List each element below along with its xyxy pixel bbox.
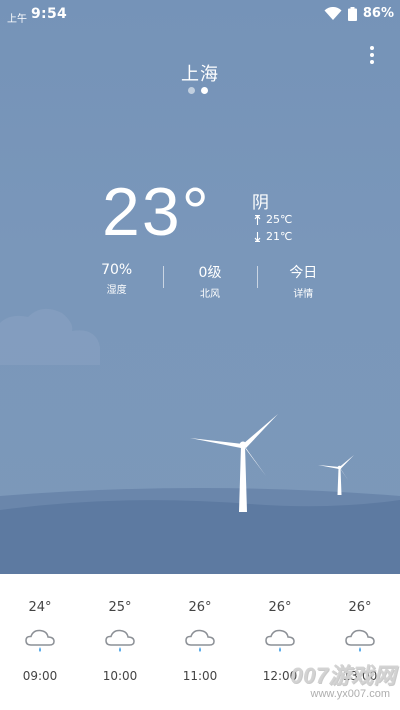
wind-turbine-large: [190, 414, 278, 512]
status-time: 9:54: [31, 6, 68, 22]
more-options-icon: [370, 46, 374, 50]
hourly-time: 09:00: [22, 669, 58, 683]
site-watermark: 007游戏网 www.yx007.com: [278, 650, 396, 708]
humidity-stat: 70% 湿度: [70, 262, 163, 296]
hourly-time: 10:00: [102, 669, 138, 683]
status-icons: 86%: [324, 6, 394, 21]
humidity-label: 湿度: [106, 285, 127, 296]
battery-icon: [347, 6, 357, 21]
today-details-button[interactable]: 今日 详情: [256, 262, 350, 300]
wind-stat: 0级 北风: [163, 262, 256, 300]
hourly-temperature: 24°: [28, 600, 52, 615]
arrow-down-icon: [254, 231, 261, 242]
cloud-decoration: [0, 308, 100, 365]
status-bar: 上午 9:54 86%: [0, 0, 400, 30]
details-label: 详情: [293, 289, 314, 300]
hourly-time: 11:00: [182, 669, 218, 683]
wind-turbine-small: [318, 455, 354, 495]
hourly-temperature: 26°: [348, 600, 372, 615]
watermark-brand: 007游戏网: [290, 663, 396, 688]
battery-percentage: 86%: [362, 6, 394, 21]
high-temperature-value: 25℃: [266, 213, 293, 226]
low-temperature-value: 21℃: [266, 230, 293, 243]
wifi-icon: [324, 6, 342, 20]
hourly-temperature: 26°: [268, 600, 292, 615]
light-rain-icon: [185, 629, 215, 652]
page-dot-active: [201, 87, 208, 94]
city-name[interactable]: 上海: [0, 60, 400, 86]
arrow-up-icon: [254, 214, 261, 225]
hourly-temperature: 25°: [108, 600, 132, 615]
wind-label: 北风: [199, 289, 220, 300]
hourly-item[interactable]: 24° 09:00: [10, 574, 70, 710]
weather-stats: 70% 湿度 0级 北风 今日 详情: [70, 262, 350, 300]
watermark-url: www.yx007.com: [310, 688, 390, 700]
low-temperature: 21℃: [254, 230, 292, 243]
wind-value: 0级: [198, 265, 222, 281]
light-rain-icon: [25, 629, 55, 652]
current-temperature: 23°: [102, 174, 211, 250]
today-value: 今日: [289, 265, 318, 281]
high-temperature: 25℃: [254, 213, 292, 226]
hourly-temperature: 26°: [188, 600, 212, 615]
hourly-item[interactable]: 25° 10:00: [90, 574, 150, 710]
more-options-button[interactable]: [360, 44, 384, 66]
weather-condition: 阴: [252, 193, 269, 213]
status-ampm: 上午: [7, 14, 27, 25]
weather-background: 上午 9:54 86% 上海 23° 阴 25℃ 21℃ 70% 湿度 0级 北…: [0, 0, 400, 574]
humidity-value: 70%: [101, 262, 133, 278]
page-dot: [188, 87, 195, 94]
light-rain-icon: [105, 629, 135, 652]
page-indicator: [188, 87, 208, 94]
hourly-item[interactable]: 26° 11:00: [170, 574, 230, 710]
